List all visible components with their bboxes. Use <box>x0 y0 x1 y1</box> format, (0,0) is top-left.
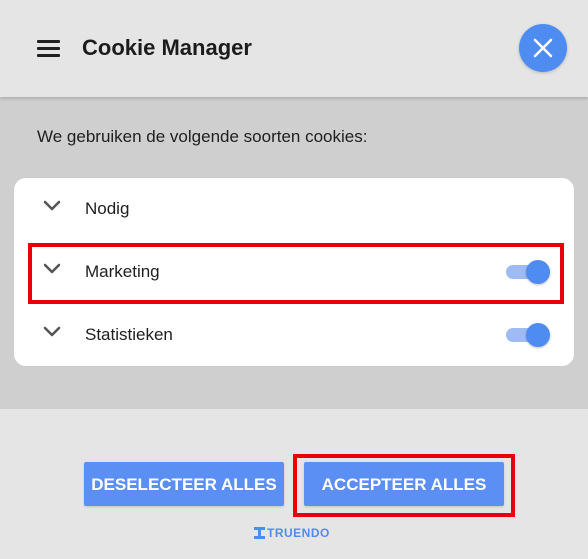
chevron-down-icon[interactable] <box>43 263 61 275</box>
close-icon <box>533 38 553 58</box>
chevron-down-icon[interactable] <box>43 326 61 338</box>
toggle-knob <box>526 260 550 284</box>
statistieken-toggle[interactable] <box>506 323 550 347</box>
close-button[interactable] <box>519 24 567 72</box>
toggle-knob <box>526 323 550 347</box>
category-row-marketing[interactable]: Marketing <box>14 241 574 303</box>
footer: DESELECTEER ALLES ACCEPTEER ALLES TRUEND… <box>0 409 588 559</box>
category-row-statistieken[interactable]: Statistieken <box>14 304 574 366</box>
category-label: Nodig <box>85 199 130 218</box>
category-row-nodig[interactable]: Nodig <box>14 178 574 240</box>
page-title: Cookie Manager <box>82 35 252 60</box>
cookie-manager-dialog: Cookie Manager We gebruiken de volgende … <box>0 0 588 559</box>
header: Cookie Manager <box>0 0 588 97</box>
hamburger-menu-icon[interactable] <box>37 40 60 57</box>
intro-text: We gebruiken de volgende soorten cookies… <box>37 127 368 146</box>
truendo-logo-icon <box>254 527 265 539</box>
brand-name: TRUENDO <box>267 526 330 540</box>
marketing-toggle[interactable] <box>506 260 550 284</box>
category-label: Statistieken <box>85 325 173 344</box>
cookie-categories-list: Nodig Marketing Statistieken <box>14 178 574 366</box>
deselect-all-button[interactable]: DESELECTEER ALLES <box>84 462 284 506</box>
category-label: Marketing <box>85 262 160 281</box>
chevron-down-icon[interactable] <box>43 200 61 212</box>
accept-all-button[interactable]: ACCEPTEER ALLES <box>304 462 504 506</box>
